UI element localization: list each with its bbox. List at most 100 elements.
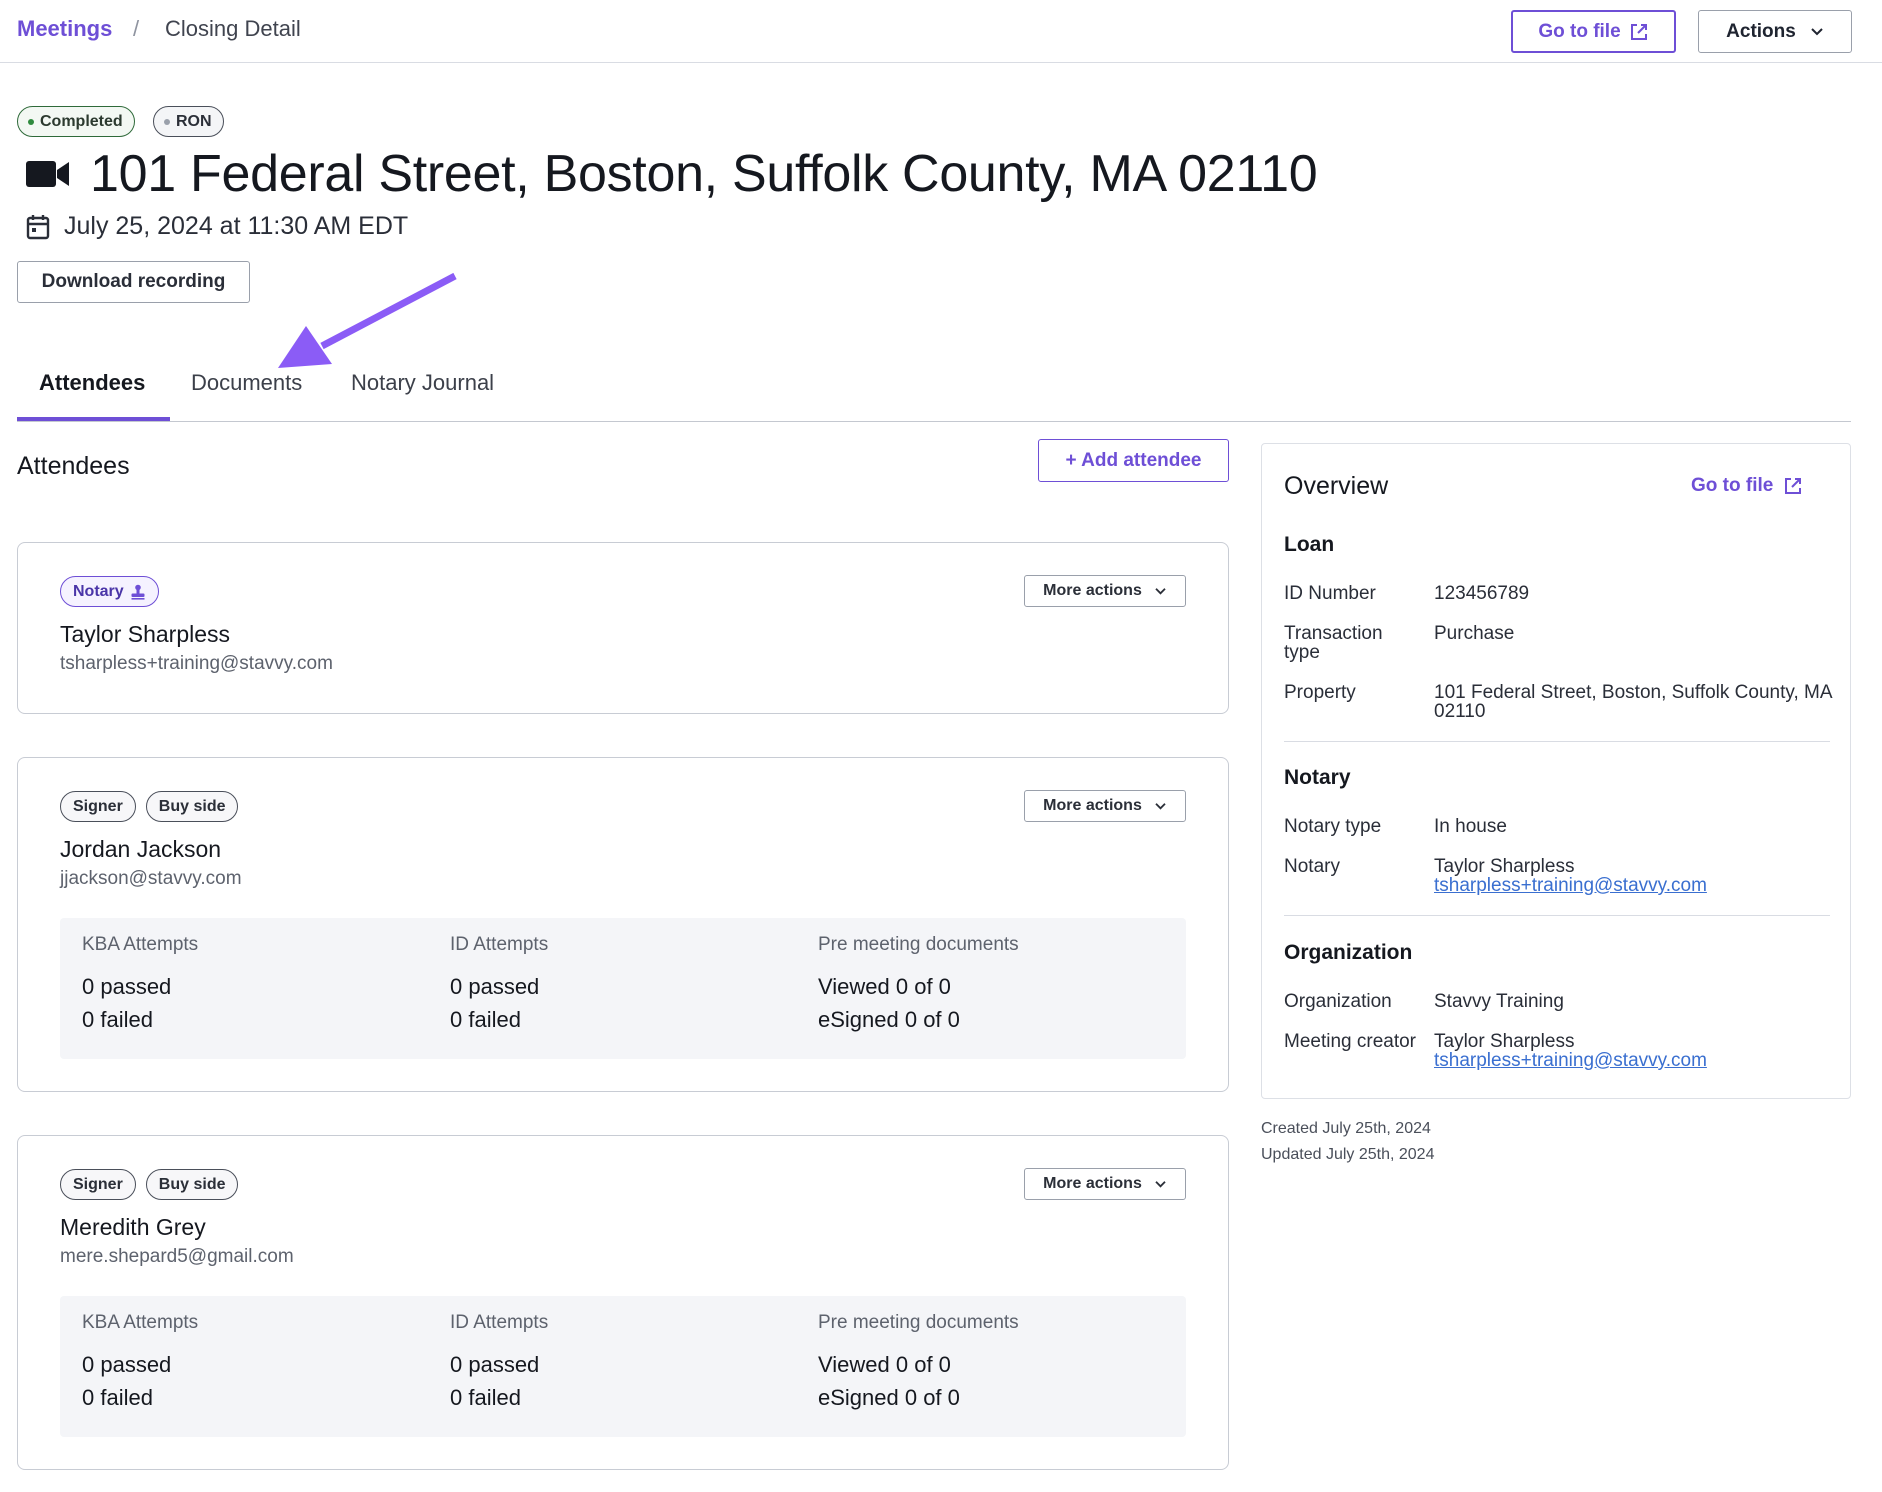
add-attendee-button[interactable]: + Add attendee: [1038, 439, 1229, 482]
organization-value: Stavvy Training: [1434, 991, 1564, 1012]
docs-viewed: Viewed 0 of 0: [818, 974, 951, 999]
created-date: Created July 25th, 2024: [1261, 1120, 1431, 1137]
side-tag-buy-side: Buy side: [145, 1169, 239, 1200]
notary-heading: Notary: [1284, 766, 1351, 789]
more-actions-dropdown[interactable]: More actions: [1024, 790, 1186, 822]
attendee-email: jjackson@stavvy.com: [60, 868, 242, 889]
notary-value: Taylor Sharpless tsharpless+training@sta…: [1434, 857, 1834, 895]
more-actions-label: More actions: [1043, 582, 1142, 599]
tab-bar: Attendees Documents Notary Journal: [17, 360, 1851, 422]
role-tag-signer: Signer: [60, 1169, 136, 1200]
chevron-down-icon: [1155, 802, 1166, 810]
organization-heading: Organization: [1284, 941, 1413, 964]
notary-email-link[interactable]: tsharpless+training@stavvy.com: [1434, 876, 1707, 895]
updated-date: Updated July 25th, 2024: [1261, 1146, 1435, 1163]
attendee-name: Jordan Jackson: [60, 836, 222, 862]
breadcrumb-current: Closing Detail: [165, 16, 301, 41]
docs-esigned: eSigned 0 of 0: [818, 1007, 960, 1032]
id-attempts: ID Attempts 0 passed 0 failed: [450, 1312, 548, 1414]
more-actions-dropdown[interactable]: More actions: [1024, 575, 1186, 607]
attendee-card: Notary More actions Taylor Sharpless tsh…: [17, 542, 1229, 714]
breadcrumb-separator: /: [133, 16, 140, 41]
attendee-name: Taylor Sharpless: [60, 621, 231, 647]
property-key: Property: [1284, 682, 1356, 703]
status-badge-completed: Completed: [17, 106, 135, 137]
creator-email-link[interactable]: tsharpless+training@stavvy.com: [1434, 1051, 1707, 1070]
status-dot: [28, 118, 34, 125]
attendee-email: tsharpless+training@stavvy.com: [60, 653, 333, 674]
kba-label: KBA Attempts: [82, 1312, 199, 1333]
role-tag-notary: Notary: [60, 576, 159, 607]
id-failed: 0 failed: [450, 1385, 521, 1410]
tab-active-indicator: [17, 417, 170, 421]
loan-id-value: 123456789: [1434, 583, 1530, 604]
creator-name: Taylor Sharpless: [1434, 1031, 1575, 1052]
more-actions-label: More actions: [1043, 797, 1142, 814]
attendee-email: mere.shepard5@gmail.com: [60, 1246, 294, 1267]
notary-name: Taylor Sharpless: [1434, 856, 1575, 877]
docs-label: Pre meeting documents: [818, 934, 1019, 955]
id-label: ID Attempts: [450, 934, 549, 955]
pre-meeting-documents: Pre meeting documents Viewed 0 of 0 eSig…: [818, 1312, 1019, 1414]
notary-key: Notary: [1284, 856, 1340, 877]
meeting-creator-value: Taylor Sharpless tsharpless+training@sta…: [1434, 1032, 1834, 1070]
pre-meeting-documents: Pre meeting documents Viewed 0 of 0 eSig…: [818, 934, 1019, 1036]
status-label: Completed: [40, 112, 123, 130]
kba-passed: 0 passed: [82, 1352, 172, 1377]
docs-label: Pre meeting documents: [818, 1312, 1019, 1333]
more-actions-label: More actions: [1043, 1175, 1142, 1192]
meeting-type-badge: RON: [153, 106, 224, 137]
attendee-card: Signer Buy side More actions Jordan Jack…: [17, 757, 1229, 1092]
attendee-tags: Signer Buy side: [60, 1169, 239, 1200]
chevron-down-icon: [1155, 1180, 1166, 1188]
transaction-type-key: Transaction type: [1284, 623, 1383, 663]
download-recording-button[interactable]: Download recording: [17, 261, 250, 303]
external-link-icon: [1630, 23, 1647, 40]
kba-label: KBA Attempts: [82, 934, 199, 955]
loan-heading: Loan: [1284, 533, 1335, 556]
calendar-icon: [26, 214, 50, 239]
meeting-type-label: RON: [176, 112, 212, 130]
attendee-stats-panel: KBA Attempts 0 passed 0 failed ID Attemp…: [60, 1296, 1186, 1437]
divider: [1284, 915, 1830, 916]
attendees-section-title: Attendees: [17, 452, 130, 480]
kba-attempts: KBA Attempts 0 passed 0 failed: [82, 1312, 198, 1414]
organization-key: Organization: [1284, 991, 1392, 1012]
attendee-name: Meredith Grey: [60, 1214, 206, 1240]
tab-documents[interactable]: Documents: [191, 370, 302, 396]
attendee-card: Signer Buy side More actions Meredith Gr…: [17, 1135, 1229, 1470]
tab-notary-journal[interactable]: Notary Journal: [351, 370, 494, 396]
more-actions-dropdown[interactable]: More actions: [1024, 1168, 1186, 1200]
kba-failed: 0 failed: [82, 1007, 153, 1032]
stamp-icon: [131, 584, 145, 600]
external-link-icon: [1785, 478, 1802, 494]
actions-dropdown[interactable]: Actions: [1698, 10, 1852, 53]
notary-type-value: In house: [1434, 816, 1507, 837]
go-to-file-button[interactable]: Go to file: [1511, 10, 1676, 53]
chevron-down-icon: [1811, 27, 1823, 35]
attendee-stats-panel: KBA Attempts 0 passed 0 failed ID Attemp…: [60, 918, 1186, 1059]
id-label: ID Attempts: [450, 1312, 549, 1333]
tab-attendees[interactable]: Attendees: [39, 370, 145, 396]
docs-esigned: eSigned 0 of 0: [818, 1385, 960, 1410]
docs-viewed: Viewed 0 of 0: [818, 1352, 951, 1377]
meeting-type-dot: [164, 118, 170, 125]
page-title: 101 Federal Street, Boston, Suffolk Coun…: [90, 145, 1318, 203]
breadcrumb-meetings-link[interactable]: Meetings: [17, 16, 112, 42]
attendee-tags: Notary: [60, 576, 159, 607]
side-tag-buy-side: Buy side: [145, 791, 239, 822]
id-passed: 0 passed: [450, 1352, 540, 1377]
role-tag-label: Notary: [73, 582, 124, 600]
id-failed: 0 failed: [450, 1007, 521, 1032]
meeting-datetime: July 25, 2024 at 11:30 AM EDT: [64, 212, 409, 240]
kba-passed: 0 passed: [82, 974, 172, 999]
overview-title: Overview: [1284, 472, 1389, 500]
id-passed: 0 passed: [450, 974, 540, 999]
title-row: 101 Federal Street, Boston, Suffolk Coun…: [26, 144, 1318, 204]
kba-failed: 0 failed: [82, 1385, 153, 1410]
overview-go-to-file-link[interactable]: Go to file: [1691, 475, 1803, 497]
top-bar: Meetings / Closing Detail Go to file Act…: [0, 0, 1882, 63]
property-value: 101 Federal Street, Boston, Suffolk Coun…: [1434, 682, 1832, 722]
notary-type-key: Notary type: [1284, 816, 1382, 837]
id-attempts: ID Attempts 0 passed 0 failed: [450, 934, 548, 1036]
